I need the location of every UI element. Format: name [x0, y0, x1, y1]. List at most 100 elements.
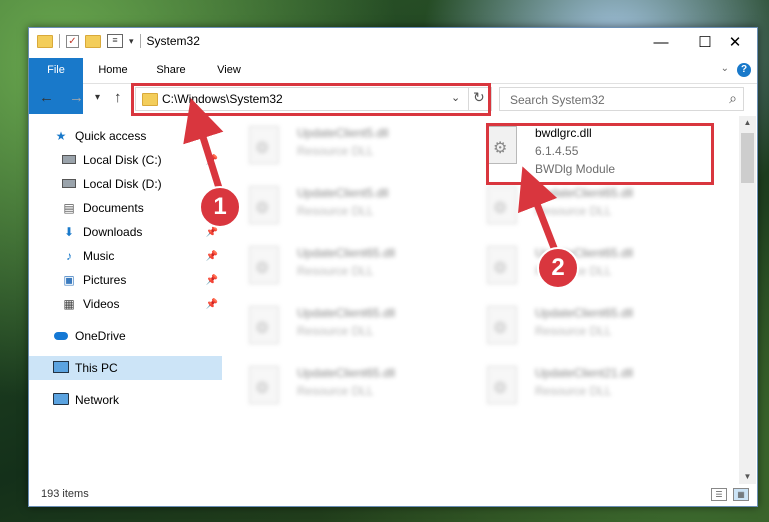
chevron-down-icon[interactable]: ▾	[129, 36, 134, 47]
dll-file-icon	[249, 306, 279, 344]
scroll-down-icon[interactable]: ▼	[739, 470, 756, 484]
sidebar-item-label: Documents	[83, 201, 144, 215]
separator	[59, 34, 60, 48]
sidebar-item-label: This PC	[75, 361, 118, 375]
sidebar-item-label: Local Disk (C:)	[83, 153, 162, 167]
tab-home[interactable]: Home	[91, 58, 135, 83]
sidebar-item-this-pc[interactable]: This PC	[29, 356, 222, 380]
file-name: UpdateClient65.dll	[535, 186, 634, 200]
sidebar-item-onedrive[interactable]: OneDrive	[29, 324, 222, 348]
file-name: UpdateClient65.dll	[297, 366, 396, 380]
item-count: 193 items	[41, 488, 89, 500]
back-arrow-icon[interactable]: ←	[39, 89, 54, 106]
search-box[interactable]: ⌕	[499, 87, 744, 111]
file-name: UpdateClient5.dll	[297, 126, 389, 140]
step-2-badge: 2	[537, 247, 579, 289]
file-type: Resource DLL	[297, 324, 374, 338]
tab-share[interactable]: Share	[149, 58, 193, 83]
pc-icon	[53, 360, 69, 376]
sidebar-item-pictures[interactable]: ▣ Pictures 📌	[29, 268, 222, 292]
pin-icon[interactable]: 📌	[206, 299, 218, 310]
sidebar-item-videos[interactable]: ▦ Videos 📌	[29, 292, 222, 316]
tab-view[interactable]: View	[207, 58, 251, 83]
pictures-icon: ▣	[63, 273, 75, 287]
forward-arrow-icon[interactable]: →	[69, 89, 84, 106]
sidebar-item-music[interactable]: ♪ Music 📌	[29, 244, 222, 268]
dll-file-icon	[487, 306, 517, 344]
file-name: UpdateClient65.dll	[297, 246, 396, 260]
drive-icon	[61, 177, 77, 191]
dll-file-icon	[249, 186, 279, 224]
file-item[interactable]: UpdateClient5.dll Resource DLL	[229, 120, 459, 176]
sidebar-item-downloads[interactable]: ⬇ Downloads 📌	[29, 220, 222, 244]
sidebar-item-local-disk-c[interactable]: Local Disk (C:) 📌	[29, 148, 222, 172]
file-item[interactable]: UpdateClient65.dll Resource DLL	[467, 180, 697, 236]
file-type: Resource DLL	[535, 384, 612, 398]
up-arrow-icon[interactable]: ↑	[114, 89, 122, 106]
music-icon: ♪	[66, 249, 72, 263]
details-view-icon[interactable]: ☰	[711, 488, 727, 501]
onedrive-icon	[53, 329, 69, 343]
file-type: Resource DLL	[297, 144, 374, 158]
properties-check-icon[interactable]: ✓	[66, 34, 79, 48]
file-type: Resource DLL	[535, 324, 612, 338]
dll-file-icon	[249, 126, 279, 164]
status-bar: 193 items ☰ ▦	[29, 484, 757, 506]
minimize-button[interactable]: —	[639, 28, 683, 58]
pin-icon[interactable]: 📌	[206, 155, 218, 166]
file-type: Resource DLL	[297, 264, 374, 278]
vertical-scrollbar[interactable]: ▲ ▼	[739, 116, 756, 484]
file-name: UpdateClient5.dll	[297, 186, 389, 200]
dll-file-icon	[249, 246, 279, 284]
search-input[interactable]	[508, 90, 717, 110]
file-item[interactable]: UpdateClient65.dll Resource DLL	[467, 300, 697, 356]
sidebar-item-local-disk-d[interactable]: Local Disk (D:)	[29, 172, 222, 196]
navigation-pane: ★ Quick access Local Disk (C:) 📌 Local D…	[29, 120, 222, 482]
scrollbar-thumb[interactable]	[741, 133, 754, 183]
recent-locations-chevron-icon[interactable]: ▾	[95, 92, 100, 103]
file-highlight	[486, 123, 714, 185]
file-item[interactable]: UpdateClient65.dll Resource DLL	[229, 300, 459, 356]
scroll-up-icon[interactable]: ▲	[739, 116, 756, 130]
file-type: Resource DLL	[297, 384, 374, 398]
sidebar-item-documents[interactable]: ▤ Documents	[29, 196, 222, 220]
file-item[interactable]: UpdateClient5.dll Resource DLL	[229, 180, 459, 236]
star-icon: ★	[55, 129, 67, 143]
file-item[interactable]: UpdateClient21.dll Resource DLL	[467, 360, 697, 416]
dll-file-icon	[487, 366, 517, 404]
search-icon[interactable]: ⌕	[729, 90, 737, 107]
file-item[interactable]: UpdateClient65.dll Resource DLL	[229, 240, 459, 296]
sidebar-item-network[interactable]: Network	[29, 388, 222, 412]
download-icon: ⬇	[63, 225, 75, 239]
document-icon: ▤	[63, 201, 75, 215]
step-1-badge: 1	[199, 186, 241, 228]
sidebar-item-label: Music	[83, 249, 115, 263]
sidebar-item-label: OneDrive	[75, 329, 126, 343]
file-type: Resource DLL	[297, 204, 374, 218]
pin-icon[interactable]: 📌	[206, 275, 218, 286]
sidebar-item-label: Local Disk (D:)	[83, 177, 162, 191]
sidebar-item-label: Downloads	[83, 225, 143, 239]
file-name: UpdateClient65.dll	[535, 306, 634, 320]
sidebar-item-quick-access[interactable]: ★ Quick access	[29, 124, 222, 148]
file-item[interactable]: UpdateClient65.dll Resource DLL	[229, 360, 459, 416]
customize-icon[interactable]: ≡	[107, 34, 123, 48]
pin-icon[interactable]: 📌	[206, 251, 218, 262]
file-name: UpdateClient21.dll	[535, 366, 634, 380]
sidebar-item-label: Quick access	[75, 129, 147, 143]
file-type: Resource DLL	[535, 204, 612, 218]
file-item[interactable]: UpdateClient65.dll Resource DLL	[467, 240, 697, 296]
expand-ribbon-icon[interactable]: ⌄	[721, 63, 729, 74]
close-button[interactable]: ✕	[713, 28, 757, 58]
drive-icon	[61, 153, 77, 167]
help-icon[interactable]: ?	[737, 63, 751, 77]
large-icons-view-icon[interactable]: ▦	[733, 488, 749, 501]
videos-icon: ▦	[63, 297, 75, 311]
pin-icon[interactable]: 📌	[206, 227, 218, 238]
dll-file-icon	[487, 186, 517, 224]
file-name: UpdateClient65.dll	[297, 306, 396, 320]
new-folder-icon[interactable]	[85, 34, 101, 48]
ribbon-tabs: File Home Share View ⌄ ?	[29, 58, 757, 114]
title-bar: ✓ ≡ ▾ System32 — ☐ ✕	[29, 28, 757, 58]
dll-file-icon	[249, 366, 279, 404]
